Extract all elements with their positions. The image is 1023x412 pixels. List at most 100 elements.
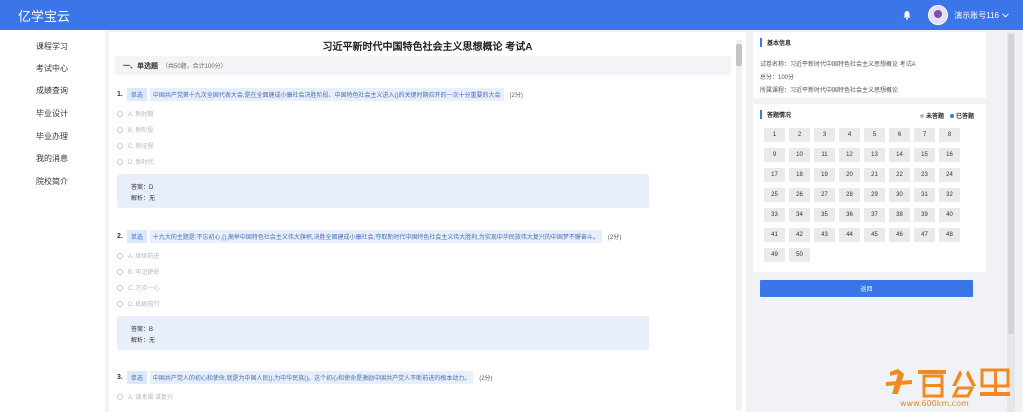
- answer-number-cell[interactable]: 5: [864, 128, 885, 142]
- answer-number-cell[interactable]: 16: [939, 148, 960, 162]
- question-line: 1. 单选 中国共产党第十九次全国代表大会,是在全面建成小康社会决胜阶段、中国特…: [117, 88, 523, 101]
- answer-number-cell[interactable]: 2: [789, 128, 810, 142]
- answer-number-cell[interactable]: 34: [789, 208, 810, 222]
- answer-number-cell[interactable]: 27: [814, 188, 835, 202]
- answer-number-cell[interactable]: 19: [814, 168, 835, 182]
- answer-number-cell[interactable]: 41: [764, 228, 785, 242]
- answer-number-cell[interactable]: 26: [789, 188, 810, 202]
- return-button[interactable]: 返回: [760, 280, 973, 297]
- answer-number-cell[interactable]: 33: [764, 208, 785, 222]
- avatar[interactable]: [928, 5, 949, 25]
- radio-icon[interactable]: [117, 268, 123, 275]
- answer-number-cell[interactable]: 12: [839, 148, 860, 162]
- sidebar-item-graduation-design[interactable]: 毕业设计: [36, 108, 68, 119]
- answer-number-cell[interactable]: 6: [889, 128, 910, 142]
- answer-number-cell[interactable]: 29: [864, 188, 885, 202]
- sidebar-item-school-intro[interactable]: 院校简介: [36, 176, 68, 187]
- radio-icon[interactable]: [117, 110, 123, 117]
- answer-number-cell[interactable]: 45: [864, 228, 885, 242]
- option-d[interactable]: D. 新时代: [117, 157, 154, 166]
- option-c[interactable]: C. 新征程: [117, 141, 154, 150]
- answer-number-cell[interactable]: 24: [939, 168, 960, 182]
- radio-icon[interactable]: [117, 393, 123, 400]
- radio-icon[interactable]: [117, 284, 123, 291]
- analysis-line: 解析：无: [131, 196, 156, 202]
- answer-number-cell[interactable]: 36: [839, 208, 860, 222]
- answer-number-cell[interactable]: 13: [864, 148, 885, 162]
- answer-number-cell[interactable]: 11: [814, 148, 835, 162]
- option-b[interactable]: B. 新阶段: [117, 125, 153, 134]
- answer-number-cell[interactable]: 14: [889, 148, 910, 162]
- sidebar-item-course-study[interactable]: 课程学习: [36, 41, 68, 52]
- exam-content: 习近平新时代中国特色社会主义思想概论 考试A 一、单选题 （共50题，合计100…: [109, 32, 746, 412]
- answer-number-cell[interactable]: 47: [914, 228, 935, 242]
- answer-number-cell[interactable]: 20: [839, 168, 860, 182]
- answer-number-cell[interactable]: 17: [764, 168, 785, 182]
- answer-number-cell[interactable]: 46: [889, 228, 910, 242]
- answer-number-cell[interactable]: 21: [864, 168, 885, 182]
- option-d[interactable]: D. 砥砺前行: [117, 299, 160, 308]
- answer-number-cell[interactable]: 28: [839, 188, 860, 202]
- answer-number-cell[interactable]: 40: [939, 208, 960, 222]
- answer-number-cell[interactable]: 39: [914, 208, 935, 222]
- option-c[interactable]: C. 万众一心: [117, 283, 160, 292]
- answer-number-cell[interactable]: 43: [814, 228, 835, 242]
- page-scroll-thumb[interactable]: [1008, 34, 1014, 334]
- chevron-down-icon[interactable]: [1002, 12, 1009, 18]
- answer-number-cell[interactable]: 8: [939, 128, 960, 142]
- sidebar: 课程学习 考试中心 成绩查询 毕业设计 毕业办理 我的消息 院校简介: [0, 30, 105, 412]
- answer-number-cell[interactable]: 15: [914, 148, 935, 162]
- question-score: (2分): [607, 235, 622, 241]
- answer-number-cell[interactable]: 4: [839, 128, 860, 142]
- answer-number-cell[interactable]: 38: [889, 208, 910, 222]
- radio-icon[interactable]: [117, 158, 123, 165]
- content-scrollbar[interactable]: [736, 40, 742, 410]
- option-b[interactable]: B. 牢记使命: [117, 267, 159, 276]
- answer-number-cell[interactable]: 3: [814, 128, 835, 142]
- section-name: 一、单选题: [123, 62, 158, 70]
- basic-info-panel: 基本信息 试卷名称：习近平新时代中国特色社会主义思想概论 考试A 总分：100分…: [753, 32, 986, 98]
- answer-number-cell[interactable]: 37: [864, 208, 885, 222]
- answer-number-cell[interactable]: 10: [789, 148, 810, 162]
- section-header: 一、单选题 （共50题，合计100分）: [115, 56, 731, 75]
- sidebar-item-graduation-process[interactable]: 毕业办理: [36, 131, 68, 142]
- option-a[interactable]: A. 谋幸福 谋复兴: [117, 392, 173, 401]
- radio-icon[interactable]: [117, 142, 123, 149]
- answer-number-cell[interactable]: 32: [939, 188, 960, 202]
- answer-number-cell[interactable]: 22: [889, 168, 910, 182]
- radio-icon[interactable]: [117, 252, 123, 259]
- sidebar-item-messages[interactable]: 我的消息: [36, 153, 68, 164]
- sidebar-item-exam-center[interactable]: 考试中心: [36, 63, 68, 74]
- user-name[interactable]: 演示账号116: [954, 10, 999, 21]
- content-scroll-thumb[interactable]: [736, 44, 742, 66]
- answer-number-cell[interactable]: 48: [939, 228, 960, 242]
- answer-number-cell[interactable]: 42: [789, 228, 810, 242]
- question-number: 3.: [117, 374, 123, 381]
- question-type-badge: 单选: [126, 88, 147, 101]
- answer-number-cell[interactable]: 30: [889, 188, 910, 202]
- answer-number-cell[interactable]: 31: [914, 188, 935, 202]
- option-a[interactable]: A. 继续前进: [117, 251, 159, 260]
- answer-number-cell[interactable]: 9: [764, 148, 785, 162]
- question-line: 2. 单选 十九大的主题是:不忘初心,(),高举中国特色社会主义伟大旗帜,决胜全…: [117, 230, 621, 243]
- radio-icon[interactable]: [117, 126, 123, 133]
- question-text: 中国共产党第十九次全国代表大会,是在全面建成小康社会决胜阶段、中国特色社会主义进…: [149, 88, 504, 101]
- bell-icon[interactable]: [902, 10, 912, 20]
- sidebar-item-grade-query[interactable]: 成绩查询: [36, 85, 68, 96]
- answered-dot-icon: [949, 113, 954, 118]
- answer-number-cell[interactable]: 49: [764, 248, 785, 262]
- option-a[interactable]: A. 新时期: [117, 109, 153, 118]
- answer-legend: 未答题 已答题: [914, 111, 974, 120]
- answer-number-cell[interactable]: 44: [839, 228, 860, 242]
- answer-number-cell[interactable]: 7: [914, 128, 935, 142]
- radio-icon[interactable]: [117, 300, 123, 307]
- answer-number-cell[interactable]: 35: [814, 208, 835, 222]
- question-number: 2.: [117, 233, 123, 240]
- answer-number-cell[interactable]: 23: [914, 168, 935, 182]
- answer-number-cell[interactable]: 18: [789, 168, 810, 182]
- answer-number-cell[interactable]: 50: [789, 248, 810, 262]
- answer-number-cell[interactable]: 1: [764, 128, 785, 142]
- answer-number-cell[interactable]: 25: [764, 188, 785, 202]
- brand-logo-text[interactable]: 亿学宝云: [18, 6, 70, 25]
- page-scrollbar[interactable]: [1007, 32, 1015, 412]
